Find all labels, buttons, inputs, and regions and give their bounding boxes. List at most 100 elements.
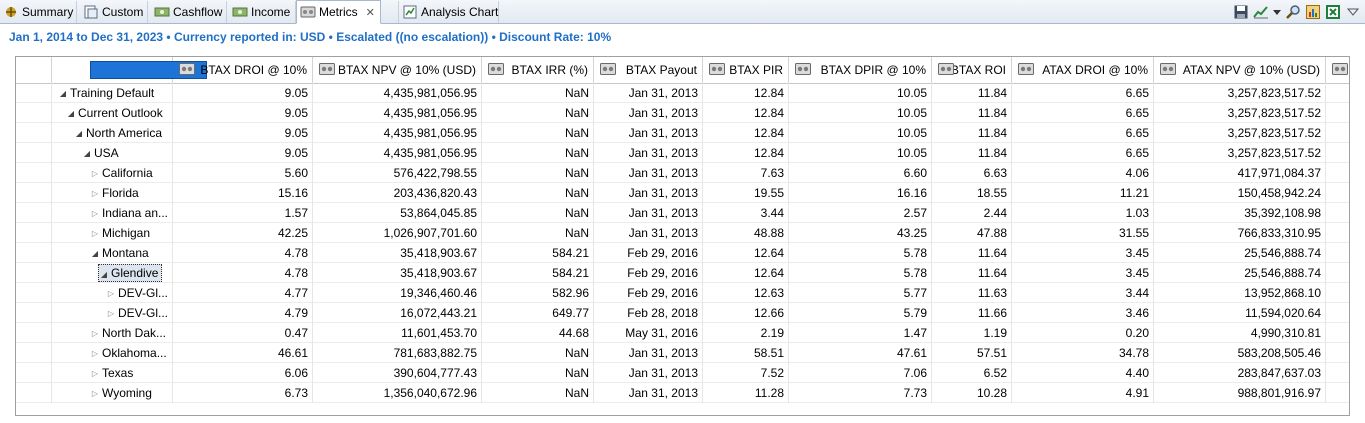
table-row[interactable]: ◢ Training Default 9.05 4,435,981,056.95 NaN… — [16, 83, 1349, 103]
tree-node-cell[interactable]: ◢ Current Outlook — [52, 103, 173, 123]
header-atax-npv[interactable]: ATAX NPV @ 10% (USD) — [1154, 57, 1326, 83]
header-name-column[interactable] — [52, 57, 207, 83]
collapsed-arrow-icon[interactable]: ▷ — [90, 189, 100, 198]
cell-atax-npv: 3,257,823,517.52 — [1154, 103, 1326, 123]
cell-atax-droi: 3.45 — [1012, 263, 1154, 283]
cell-btax-irr: 584.21 — [482, 243, 594, 263]
cell-btax-dpir: 43.25 — [789, 223, 932, 243]
header-btax-roi[interactable]: BTAX ROI — [932, 57, 1012, 83]
tree-node-cell[interactable]: ▷ Michigan — [52, 223, 173, 243]
tree-node-cell[interactable]: ▷ DEV-Gl... — [52, 283, 173, 303]
cell-extra — [1326, 143, 1349, 163]
close-icon[interactable]: ✕ — [366, 6, 375, 19]
tree-node-cell[interactable]: ▷ North Dak... — [52, 323, 173, 343]
row-spacer — [16, 83, 52, 103]
collapsed-arrow-icon[interactable]: ▷ — [90, 229, 100, 238]
excel-icon[interactable] — [1325, 4, 1341, 20]
cell-atax-npv: 583,208,505.46 — [1154, 343, 1326, 363]
table-row[interactable]: ▷ Indiana an... 1.57 53,864,045.85 NaN Jan 31… — [16, 203, 1349, 223]
cell-btax-irr: 649.77 — [482, 303, 594, 323]
table-row[interactable]: ▷ Florida 15.16 203,436,820.43 NaN Jan 31, 20… — [16, 183, 1349, 203]
tree-node-cell[interactable]: ▷ California — [52, 163, 173, 183]
tree-node-cell[interactable]: ▷ Florida — [52, 183, 173, 203]
header-btax-payout[interactable]: BTAX Payout — [594, 57, 703, 83]
table-row[interactable]: ◢ North America 9.05 4,435,981,056.95 NaN Jan… — [16, 123, 1349, 143]
collapsed-arrow-icon[interactable]: ▷ — [90, 169, 100, 178]
tree-node-cell[interactable]: ▷ DEV-Gl... — [52, 303, 173, 323]
header-btax-npv[interactable]: BTAX NPV @ 10% (USD) — [313, 57, 482, 83]
collapsed-arrow-icon[interactable]: ▷ — [106, 309, 116, 318]
tree-node-cell[interactable]: ◢ Glendive — [52, 263, 173, 283]
tree-node-cell[interactable]: ▷ Oklahoma... — [52, 343, 173, 363]
cell-btax-payout: Jan 31, 2013 — [594, 203, 703, 223]
tab-income[interactable]: Income — [229, 1, 296, 23]
expanded-arrow-icon[interactable]: ◢ — [90, 249, 100, 258]
cell-btax-dpir: 7.06 — [789, 363, 932, 383]
collapsed-arrow-icon[interactable]: ▷ — [90, 389, 100, 398]
table-row[interactable]: ▷ DEV-Gl... 4.79 16,072,443.21 649.77 Feb 28,… — [16, 303, 1349, 323]
tab-custom[interactable]: Custom — [80, 1, 148, 23]
header-atax-droi[interactable]: ATAX DROI @ 10% — [1012, 57, 1154, 83]
table-row[interactable]: ▷ Wyoming 6.73 1,356,040,672.96 NaN Jan 31, 2… — [16, 383, 1349, 403]
expanded-arrow-icon[interactable]: ◢ — [66, 109, 76, 118]
table-row[interactable]: ▷ California 5.60 576,422,798.55 NaN Jan 31, … — [16, 163, 1349, 183]
tab-summary[interactable]: Summary — [0, 1, 77, 23]
collapsed-arrow-icon[interactable]: ▷ — [90, 349, 100, 358]
cell-btax-droi: 6.06 — [173, 363, 313, 383]
table-row[interactable]: ▷ Texas 6.06 390,604,777.43 NaN Jan 31, 2013 7… — [16, 363, 1349, 383]
table-row[interactable]: ◢ Glendive 4.78 35,418,903.67 584.21 Feb 29, … — [16, 263, 1349, 283]
cell-btax-droi: 46.61 — [173, 343, 313, 363]
search-icon[interactable] — [1285, 4, 1301, 20]
report-icon[interactable] — [1305, 4, 1321, 20]
selected-node[interactable]: ◢ Glendive — [98, 264, 163, 282]
tab-metrics[interactable]: Metrics ✕ — [296, 0, 381, 24]
tree-node-label: DEV-Gl... — [117, 286, 168, 300]
cell-atax-npv: 3,257,823,517.52 — [1154, 143, 1326, 163]
cell-atax-droi: 6.65 — [1012, 123, 1154, 143]
cell-btax-droi: 9.05 — [173, 103, 313, 123]
header-btax-droi[interactable]: BTAX DROI @ 10% — [173, 57, 313, 83]
header-extra[interactable] — [1326, 57, 1349, 83]
view-menu-icon[interactable] — [1345, 4, 1361, 20]
chart-trend-icon[interactable] — [1253, 4, 1269, 20]
collapsed-arrow-icon[interactable]: ▷ — [90, 209, 100, 218]
metrics-tree-table[interactable]: BTAX DROI @ 10% BTAX NPV @ 10% (USD) BTAX … — [15, 56, 1350, 416]
table-row[interactable]: ◢ Current Outlook 9.05 4,435,981,056.95 NaN J… — [16, 103, 1349, 123]
cell-extra — [1326, 183, 1349, 203]
header-label: BTAX ROI — [950, 63, 1006, 77]
table-row[interactable]: ◢ Montana 4.78 35,418,903.67 584.21 Feb 29, 2… — [16, 243, 1349, 263]
cell-btax-payout: Jan 31, 2013 — [594, 363, 703, 383]
collapsed-arrow-icon[interactable]: ▷ — [90, 369, 100, 378]
cell-btax-npv: 53,864,045.85 — [313, 203, 482, 223]
table-row[interactable]: ▷ Michigan 42.25 1,026,907,701.60 NaN Jan 31,… — [16, 223, 1349, 243]
expanded-arrow-icon[interactable]: ◢ — [58, 89, 68, 98]
table-row[interactable]: ▷ DEV-Gl... 4.77 19,346,460.46 582.96 Feb 29,… — [16, 283, 1349, 303]
cell-btax-droi: 9.05 — [173, 143, 313, 163]
editor-toolbar — [1233, 3, 1361, 21]
save-icon[interactable] — [1233, 4, 1249, 20]
tab-analysis-chart[interactable]: Analysis Chart — [398, 1, 499, 23]
metric-icon — [600, 63, 616, 75]
header-btax-dpir[interactable]: BTAX DPIR @ 10% — [789, 57, 932, 83]
tab-cashflow[interactable]: Cashflow — [151, 1, 227, 23]
header-btax-irr[interactable]: BTAX IRR (%) — [482, 57, 594, 83]
expanded-arrow-icon[interactable]: ◢ — [99, 270, 109, 279]
tree-node-cell[interactable]: ◢ Training Default — [52, 83, 173, 103]
collapsed-arrow-icon[interactable]: ▷ — [90, 329, 100, 338]
cell-btax-roi: 11.84 — [932, 83, 1012, 103]
tree-node-cell[interactable]: ◢ Montana — [52, 243, 173, 263]
table-row[interactable]: ▷ North Dak... 0.47 11,601,453.70 44.68 May 3… — [16, 323, 1349, 343]
tree-node-cell[interactable]: ▷ Indiana an... — [52, 203, 173, 223]
cell-btax-dpir: 5.77 — [789, 283, 932, 303]
collapsed-arrow-icon[interactable]: ▷ — [106, 289, 116, 298]
tree-node-cell[interactable]: ◢ USA — [52, 143, 173, 163]
tree-node-cell[interactable]: ▷ Wyoming — [52, 383, 173, 403]
header-btax-pir[interactable]: BTAX PIR — [703, 57, 789, 83]
tree-node-cell[interactable]: ◢ North America — [52, 123, 173, 143]
expanded-arrow-icon[interactable]: ◢ — [82, 149, 92, 158]
expanded-arrow-icon[interactable]: ◢ — [74, 129, 84, 138]
table-row[interactable]: ◢ USA 9.05 4,435,981,056.95 NaN Jan 31, 2013 1… — [16, 143, 1349, 163]
dropdown-arrow-icon[interactable] — [1273, 4, 1281, 20]
table-row[interactable]: ▷ Oklahoma... 46.61 781,683,882.75 NaN Jan 31… — [16, 343, 1349, 363]
tree-node-cell[interactable]: ▷ Texas — [52, 363, 173, 383]
